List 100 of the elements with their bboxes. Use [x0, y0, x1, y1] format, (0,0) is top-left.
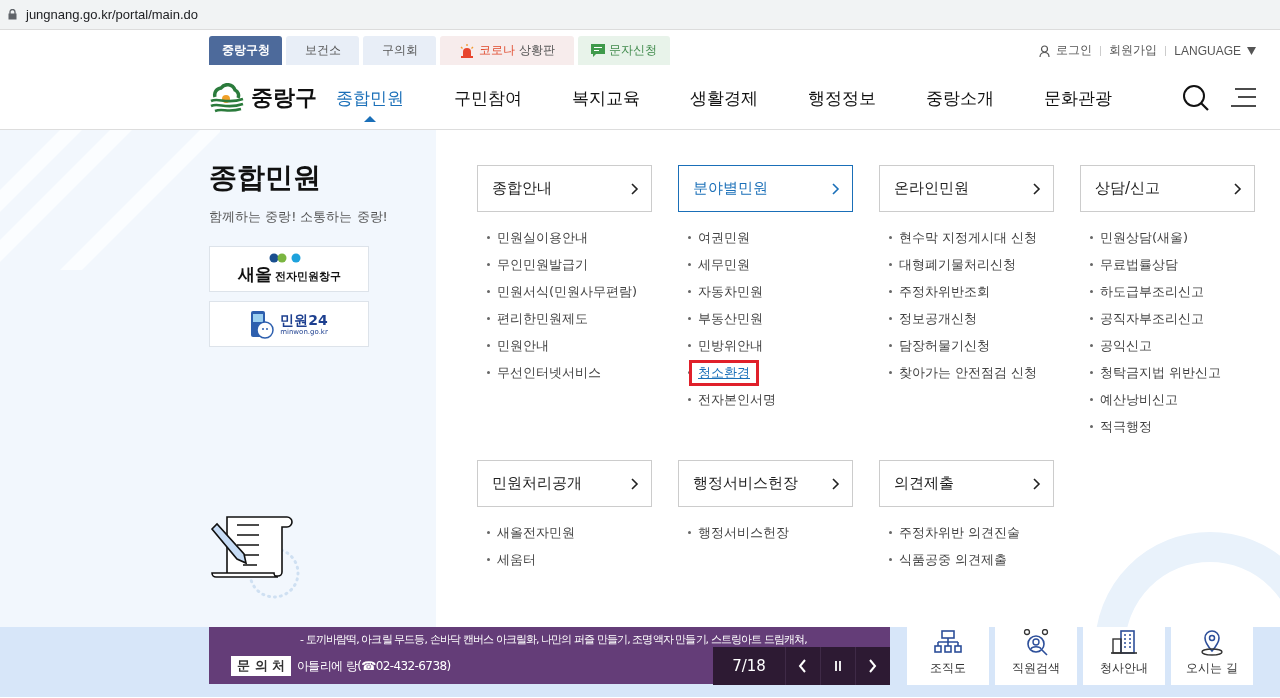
menu-link[interactable]: 정보공개신청: [899, 309, 977, 328]
nav-menu-item[interactable]: 문화관광: [1044, 86, 1112, 110]
bullet-icon: [688, 531, 691, 534]
utility-link[interactable]: 회원가입: [1109, 42, 1158, 59]
bullet-icon: [487, 236, 490, 239]
site-tab[interactable]: 보건소: [286, 36, 359, 65]
nav-menu-item[interactable]: 생활경제: [690, 86, 758, 110]
menu-link[interactable]: 담장허물기신청: [899, 336, 990, 355]
bullet-icon: [487, 344, 490, 347]
nav-menu-item[interactable]: 복지교육: [572, 86, 640, 110]
menu-link[interactable]: 민원상담(새울): [1100, 228, 1189, 247]
menu-link[interactable]: 주정차위반 의견진술: [899, 523, 1021, 542]
service-banner[interactable]: 새올 전자민원창구: [209, 246, 369, 292]
pause-icon: [833, 659, 843, 673]
bullet-icon: [688, 398, 691, 401]
menu-group-header[interactable]: 종합안내: [477, 165, 652, 212]
menu-link[interactable]: 편리한민원제도: [497, 309, 588, 328]
menu-link[interactable]: 민원안내: [497, 336, 549, 355]
quick-link[interactable]: 직원검색: [995, 627, 1077, 685]
menu-link[interactable]: 청탁금지법 위반신고: [1100, 363, 1222, 382]
menu-link[interactable]: 세무민원: [698, 255, 750, 274]
menu-link[interactable]: 예산낭비신고: [1100, 390, 1178, 409]
menu-link[interactable]: 하도급부조리신고: [1100, 282, 1204, 301]
chevron-right-icon: [868, 659, 878, 673]
menu-link[interactable]: 청소환경: [689, 359, 759, 386]
menu-link[interactable]: 부동산민원: [698, 309, 763, 328]
bullet-icon: [889, 263, 892, 266]
menu-group-header[interactable]: 행정서비스헌장: [678, 460, 853, 507]
menu-link[interactable]: 자동차민원: [698, 282, 763, 301]
utility-link[interactable]: LANGUAGE: [1174, 43, 1256, 58]
menu-group-header[interactable]: 의견제출: [879, 460, 1054, 507]
menu-link[interactable]: 식품공중 의견제출: [899, 550, 1008, 569]
bullet-icon: [487, 263, 490, 266]
menu-group-header[interactable]: 상담/신고: [1080, 165, 1255, 212]
menu-link[interactable]: 무선인터넷서비스: [497, 363, 601, 382]
menu-link[interactable]: 대형폐기물처리신청: [899, 255, 1016, 274]
menu-link[interactable]: 현수막 지정게시대 신청: [899, 228, 1038, 247]
chevron-right-icon: [832, 477, 840, 490]
bullet-icon: [1090, 290, 1093, 293]
bullet-icon: [688, 263, 691, 266]
nav-menu-item[interactable]: 중랑소개: [926, 86, 994, 110]
site-tab[interactable]: 중랑구청: [209, 36, 282, 65]
nav-menu-item[interactable]: 구민참여: [454, 86, 522, 110]
chevron-right-icon: [1033, 182, 1041, 195]
bullet-icon: [889, 317, 892, 320]
menu-link[interactable]: 세움터: [497, 550, 536, 569]
notice-text: 아틀리에 랑(☎02-432-6738): [297, 657, 452, 675]
menu-link[interactable]: 무료법률상담: [1100, 255, 1178, 274]
menu-link[interactable]: 적극행정: [1100, 417, 1152, 436]
site-tab[interactable]: 코로나 상황판: [440, 36, 574, 65]
menu-group-header[interactable]: 민원처리공개: [477, 460, 652, 507]
menu-link[interactable]: 여권민원: [698, 228, 750, 247]
url-text: jungnang.go.kr/portal/main.do: [26, 7, 198, 22]
menu-link[interactable]: 민원실이용안내: [497, 228, 588, 247]
bullet-icon: [1090, 371, 1093, 374]
caret-down-icon: [1247, 46, 1256, 55]
chevron-right-icon: [631, 182, 639, 195]
menu-link[interactable]: 민원서식(민원사무편람): [497, 282, 638, 301]
menu-button[interactable]: [1230, 88, 1256, 108]
menu-link[interactable]: 새올전자민원: [497, 523, 575, 542]
quick-link[interactable]: 조직도: [907, 627, 989, 685]
menu-link[interactable]: 전자본인서명: [698, 390, 776, 409]
quick-link[interactable]: 오시는 길: [1171, 627, 1253, 685]
chevron-right-icon: [631, 477, 639, 490]
site-logo[interactable]: 중랑구: [209, 83, 336, 113]
chevron-right-icon: [1033, 477, 1041, 490]
nav-menu-item[interactable]: 종합민원: [336, 86, 404, 110]
building-icon: [1109, 629, 1139, 656]
section-title: 종합민원: [209, 160, 322, 196]
nav-menu-item[interactable]: 행정정보: [808, 86, 876, 110]
menu-group-header[interactable]: 분야별민원: [678, 165, 853, 212]
menu-link[interactable]: 행정서비스헌장: [698, 523, 789, 542]
quick-link[interactable]: 청사안내: [1083, 627, 1165, 685]
menu-link[interactable]: 무인민원발급기: [497, 255, 588, 274]
menu-link[interactable]: 주정차위반조회: [899, 282, 990, 301]
menu-group-header[interactable]: 온라인민원: [879, 165, 1054, 212]
menu-link[interactable]: 찾아가는 안전점검 신청: [899, 363, 1038, 382]
message-icon: [591, 44, 605, 57]
menu-link[interactable]: 공직자부조리신고: [1100, 309, 1204, 328]
menu-link[interactable]: 공익신고: [1100, 336, 1152, 355]
lock-icon: [8, 9, 17, 20]
bullet-icon: [889, 531, 892, 534]
banner-title: 새올: [237, 262, 272, 286]
site-tab[interactable]: 구의회: [363, 36, 436, 65]
bullet-icon: [889, 290, 892, 293]
address-bar[interactable]: jungnang.go.kr/portal/main.do: [0, 0, 1280, 30]
org-chart-icon: [933, 629, 963, 656]
menu-link[interactable]: 민방위안내: [698, 336, 763, 355]
slogan-text: 함께하는 중랑! 소통하는 중랑!: [209, 208, 389, 226]
search-icon: [1182, 84, 1210, 112]
banner-title: 민원24: [280, 312, 328, 328]
chevron-right-icon: [1234, 182, 1242, 195]
utility-link[interactable]: 로그인: [1039, 42, 1093, 59]
bullet-icon: [487, 317, 490, 320]
menu-icon: [1230, 88, 1256, 108]
bullet-icon: [889, 558, 892, 561]
search-button[interactable]: [1182, 84, 1210, 112]
chevron-left-icon: [798, 659, 808, 673]
bullet-icon: [889, 344, 892, 347]
site-tab[interactable]: 문자신청: [578, 36, 670, 65]
